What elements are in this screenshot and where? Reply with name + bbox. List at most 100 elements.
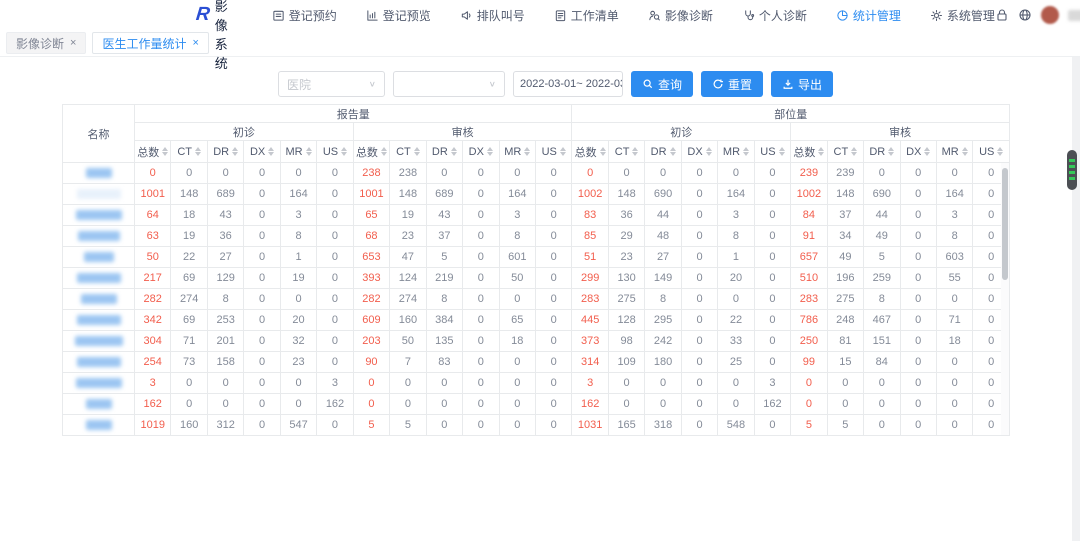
column-header-label: DR <box>213 145 230 158</box>
value-cell: 0 <box>680 372 719 394</box>
value-cell: 0 <box>899 246 937 268</box>
nav-item-1[interactable]: 登记预约 <box>272 7 337 24</box>
user-avatar[interactable] <box>1040 6 1059 24</box>
value-cell: 164 <box>279 183 318 205</box>
doctor-name-link-redacted[interactable] <box>85 420 112 431</box>
nav-item-2[interactable]: 登记预览 <box>366 7 431 24</box>
column-header-ct: CT <box>826 140 865 163</box>
value-cell: 0 <box>243 330 281 352</box>
close-icon[interactable]: × <box>192 37 198 49</box>
globe-icon[interactable] <box>1018 8 1032 22</box>
reset-button[interactable]: 重置 <box>701 71 764 97</box>
sort-icon[interactable] <box>888 147 895 156</box>
sort-icon[interactable] <box>380 147 387 156</box>
sort-icon[interactable] <box>486 147 493 156</box>
value-cell: 0 <box>279 288 318 310</box>
sort-icon[interactable] <box>195 147 202 156</box>
doctor-name-link-redacted[interactable] <box>76 189 121 200</box>
sort-icon[interactable] <box>524 147 531 156</box>
sort-icon[interactable] <box>743 147 750 156</box>
value-cell: 0 <box>680 330 719 352</box>
sort-icon[interactable] <box>669 147 676 156</box>
doctor-name-link-redacted[interactable] <box>75 378 122 389</box>
sort-icon[interactable] <box>705 147 712 156</box>
table-scrollbar-track[interactable] <box>1001 163 1009 435</box>
sort-icon[interactable] <box>924 147 931 156</box>
sort-icon[interactable] <box>961 147 968 156</box>
nav-item-7[interactable]: 统计管理 <box>836 7 901 24</box>
value-cell: 0 <box>680 246 719 268</box>
value-cell: 165 <box>607 414 646 436</box>
value-cell: 48 <box>644 225 682 247</box>
doctor-name-link-redacted[interactable] <box>76 315 121 326</box>
table-row: 162 0 0 0 0 162 0 0 0 0 0 0 162 0 0 0 0 162 0 0 0 0 0 0 <box>62 393 1010 415</box>
value-cell: 0 <box>316 162 354 184</box>
value-cell: 217 <box>133 267 172 289</box>
value-cell: 657 <box>790 246 828 268</box>
user-name-redacted[interactable] <box>1067 9 1080 21</box>
nav-item-8[interactable]: 系统管理 <box>930 7 995 24</box>
value-cell: 0 <box>899 204 937 226</box>
doctor-name-link-redacted[interactable] <box>76 357 121 368</box>
subgroup-header: 初诊 <box>571 122 792 141</box>
sort-icon[interactable] <box>450 147 457 156</box>
value-cell: 148 <box>389 183 427 205</box>
value-cell: 0 <box>826 393 865 415</box>
value-cell: 510 <box>790 267 828 289</box>
tab-2[interactable]: 医生工作量统计 × <box>92 32 209 54</box>
search-button[interactable]: 查询 <box>631 71 694 97</box>
browser-extension-widget[interactable] <box>1067 150 1077 190</box>
value-cell: 22 <box>717 309 755 331</box>
doctor-name-link-redacted[interactable] <box>76 273 121 284</box>
sort-icon[interactable] <box>232 147 239 156</box>
sort-icon[interactable] <box>818 147 825 156</box>
doctor-name-link-redacted[interactable] <box>77 231 120 242</box>
value-cell: 1001 <box>133 183 172 205</box>
page-scrollbar-track[interactable] <box>1072 57 1080 541</box>
value-cell: 0 <box>279 372 318 394</box>
nav-item-5[interactable]: 影像诊断 <box>648 7 713 24</box>
table-scrollbar-thumb[interactable] <box>1002 168 1008 280</box>
value-cell: 5 <box>352 414 391 436</box>
sort-icon[interactable] <box>559 147 566 156</box>
date-range-input[interactable]: 2022-03-01~ 2022-03-31 <box>513 71 623 97</box>
sort-icon[interactable] <box>162 147 169 156</box>
value-cell: 282 <box>133 288 172 310</box>
tab-1[interactable]: 影像诊断 × <box>6 32 87 54</box>
value-cell: 0 <box>389 393 427 415</box>
lock-icon[interactable] <box>995 8 1009 22</box>
doctor-name-link-redacted[interactable] <box>80 294 117 305</box>
sort-icon[interactable] <box>268 147 275 156</box>
export-button[interactable]: 导出 <box>771 71 834 97</box>
column-header-label: 总数 <box>793 146 816 159</box>
nav-item-6[interactable]: 个人诊断 <box>742 7 807 24</box>
sort-icon[interactable] <box>778 147 785 156</box>
sort-icon[interactable] <box>599 147 606 156</box>
sort-icon[interactable] <box>997 147 1004 156</box>
sort-icon[interactable] <box>632 147 639 156</box>
nav-item-4[interactable]: 工作清单 <box>554 7 619 24</box>
value-cell: 99 <box>790 351 828 373</box>
column-header-us: US <box>534 140 573 163</box>
value-cell: 5 <box>863 246 901 268</box>
hospital-select[interactable]: 医院 ∨ <box>278 71 385 97</box>
doctor-name-link-redacted[interactable] <box>83 252 114 263</box>
doctor-name-link-redacted[interactable] <box>74 336 123 347</box>
doctor-name-link-redacted[interactable] <box>85 168 112 179</box>
sort-icon[interactable] <box>341 147 348 156</box>
value-cell: 238 <box>389 162 427 184</box>
doctor-name-link-redacted[interactable] <box>85 399 112 410</box>
table-row: 217 69 129 0 19 0 393 124 219 0 50 0 299 130 149 0 20 0 51… <box>62 267 1010 289</box>
value-cell: 690 <box>644 183 682 205</box>
doctor-name-link-redacted[interactable] <box>75 210 122 221</box>
nav-item-3[interactable]: 排队叫号 <box>460 7 525 24</box>
value-cell: 0 <box>753 351 792 373</box>
sort-icon[interactable] <box>413 147 420 156</box>
sort-icon[interactable] <box>851 147 858 156</box>
value-cell: 0 <box>425 162 464 184</box>
value-cell: 0 <box>462 162 500 184</box>
close-icon[interactable]: × <box>70 37 76 49</box>
sort-icon[interactable] <box>305 147 312 156</box>
value-cell: 109 <box>607 351 646 373</box>
secondary-select[interactable]: ∨ <box>393 71 505 97</box>
